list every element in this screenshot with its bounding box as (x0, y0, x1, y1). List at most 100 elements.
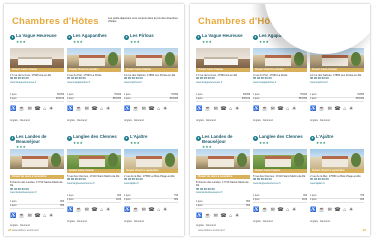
listing-website[interactable]: www.landesbeausejour.fr (10, 191, 64, 194)
tree-shape (294, 153, 304, 167)
price-value: 70/85€ (170, 94, 178, 96)
price-value: 75€ (360, 195, 364, 197)
listing-season-bar: Ouvert toute l'année (124, 68, 178, 72)
listing-photo (253, 149, 307, 169)
languages-line: Anglais · Allemand (124, 220, 144, 223)
price-label: 1 pers. (10, 94, 18, 96)
listing-prices: 1 pers. 70/85€ 2 pers. 80/100€ (124, 94, 178, 102)
tree-shape (165, 153, 175, 167)
listing-prices: 1 pers. 90€ 2 pers. 110€ (67, 195, 121, 203)
listing-details: 2 rue de la Mer, 17580 Le Bois-Plage-en-… (310, 175, 364, 185)
listing-rating: ★★★ (130, 40, 141, 44)
listing-details: 3 rue du Port, 17630 La Flotte 05 46 00 … (253, 74, 307, 84)
listing-rating: ★★★ (316, 141, 327, 145)
listing-rating: ★★★ (73, 40, 84, 44)
listing-card: 6 L'Ajaltre ★★★ Ouvert d'avril à septemb… (124, 134, 178, 230)
listing-card: 2 Les Agapanthes ★★★ Ouvert d'avril à oc… (67, 33, 121, 129)
listing-website[interactable]: www.lespirlous.fr (310, 81, 364, 84)
listing-card: 4 Les Landes de Beauséjour ★★★ Ouvert de… (10, 134, 64, 230)
listing-number-badge: 6 (124, 136, 129, 141)
languages-line: Anglais · Allemand (253, 119, 273, 122)
listing-website[interactable]: www.lajaltre.fr (124, 182, 178, 185)
amenity-icons: ♿ ☕ ✉ ☎ ⌂ ☀ (67, 207, 111, 213)
amenity-icons: ♿ ☕ ✉ ☎ ⌂ ☀ (124, 106, 168, 112)
page-title: Chambres d'Hôtes (12, 16, 99, 27)
price-label: 2 pers. (196, 205, 204, 207)
listing-photo (196, 149, 250, 169)
price-label: 2 pers. (10, 205, 18, 207)
listing-header: 2 Les Agapanthes ★★★ (67, 33, 121, 48)
price-label: 2 pers. (124, 98, 132, 100)
languages-line: Anglais · Allemand (10, 224, 30, 227)
price-row: 2 pers. 90/110€ (10, 98, 64, 102)
price-value: 90/110€ (55, 98, 64, 100)
price-value: 110€ (116, 199, 121, 201)
price-value: 95€ (60, 205, 64, 207)
listing-photo (67, 149, 121, 169)
price-label: 2 pers. (67, 199, 75, 201)
listing-details: 8 chemin des Landes, 17740 Sainte-Marie-… (196, 181, 250, 194)
listing-details: 2 rue de la Mer, 17580 Le Bois-Plage-en-… (124, 175, 178, 185)
listing-number-badge: 6 (310, 136, 315, 141)
listing-photo (10, 48, 64, 68)
listing-website[interactable]: www.lavagueheureuse.fr (196, 81, 250, 84)
price-value: 85/105€ (298, 98, 307, 100)
listing-header: 4 Les Landes de Beauséjour ★★★ (10, 134, 64, 149)
listing-name: Langlee des Clennes (259, 134, 303, 139)
listing-name: Les Landes de Beauséjour (202, 134, 233, 144)
languages-line: Anglais · Allemand (124, 119, 144, 122)
listing-number-badge: 4 (196, 136, 201, 141)
price-label: 1 pers. (196, 94, 204, 96)
languages-line: Anglais · Allemand (196, 224, 216, 227)
page-number: 29 (362, 228, 366, 232)
listing-photo (124, 149, 178, 169)
listing-card: 3 Les Pirlous ★★★ Ouvert toute l'année 1… (124, 33, 178, 129)
listing-prices: 1 pers. 80/95€ 2 pers. 90/110€ (10, 94, 64, 102)
listing-photo (124, 48, 178, 68)
listing-prices: 1 pers. 85€ 2 pers. 95€ (10, 201, 64, 209)
listing-card: 5 Langlee des Clennes ★★★ Ouvert toute l… (253, 134, 307, 230)
listing-rating: ★★★ (202, 40, 213, 44)
price-value: 75/90€ (113, 94, 121, 96)
listing-prices: 1 pers. 75€ 2 pers. 90€ (310, 195, 364, 203)
house-shape (22, 156, 48, 167)
listing-website[interactable]: www.langleedesclennes.fr (253, 182, 307, 185)
house-shape (322, 156, 348, 167)
listing-card: 4 Les Landes de Beauséjour ★★★ Ouvert de… (196, 134, 250, 230)
listing-header: 5 Langlee des Clennes ★★★ (67, 134, 121, 149)
listing-website[interactable]: www.lesagapanthes.fr (253, 81, 307, 84)
house-shape (265, 156, 291, 167)
tree-shape (294, 52, 304, 66)
price-label: 1 pers. (253, 195, 261, 197)
listing-website[interactable]: www.langleedesclennes.fr (67, 182, 121, 185)
listing-website[interactable]: www.lavagueheureuse.fr (10, 81, 64, 84)
listing-rating: ★★★ (259, 141, 270, 145)
listing-website[interactable]: www.lespirlous.fr (124, 81, 178, 84)
tree-shape (351, 52, 361, 66)
price-row: 2 pers. 90/110€ (196, 98, 250, 102)
tree-shape (237, 153, 247, 167)
listing-prices: 1 pers. 70/85€ 2 pers. 80/100€ (310, 94, 364, 102)
listing-details: 5 rue des Clennes, 17410 Saint-Martin-de… (253, 175, 307, 185)
amenity-icons: ♿ ☕ ✉ ☎ ⌂ ☀ (124, 207, 168, 213)
amenity-icons: ♿ ☕ ✉ ☎ ⌂ ☀ (196, 106, 240, 112)
price-label: 1 pers. (124, 195, 132, 197)
listing-prices: 1 pers. 90€ 2 pers. 110€ (253, 195, 307, 203)
price-label: 1 pers. (196, 201, 204, 203)
listing-website[interactable]: www.landesbeausejour.fr (196, 191, 250, 194)
listing-number-badge: 4 (10, 136, 15, 141)
listings-row: 1 La Vague Heureuse ★★★ Ouvert toute l'a… (10, 33, 178, 129)
price-label: 1 pers. (67, 195, 75, 197)
price-label: 1 pers. (253, 94, 261, 96)
amenity-icons: ♿ ☕ ✉ ☎ ⌂ ☀ (310, 207, 354, 213)
listing-season-bar: Ouvert toute l'année (310, 68, 364, 72)
house-shape (265, 55, 291, 66)
listing-website[interactable]: www.lajaltre.fr (310, 182, 364, 185)
listing-website[interactable]: www.lesagapanthes.fr (67, 81, 121, 84)
listing-name: Les Pirlous (130, 33, 154, 38)
listing-prices: 1 pers. 75€ 2 pers. 90€ (124, 195, 178, 203)
bed-shape (18, 57, 52, 65)
listing-rating: ★★★ (16, 40, 27, 44)
price-value: 80/95€ (56, 94, 64, 96)
amenity-icons: ♿ ☕ ✉ ☎ ⌂ ☀ (253, 106, 297, 112)
